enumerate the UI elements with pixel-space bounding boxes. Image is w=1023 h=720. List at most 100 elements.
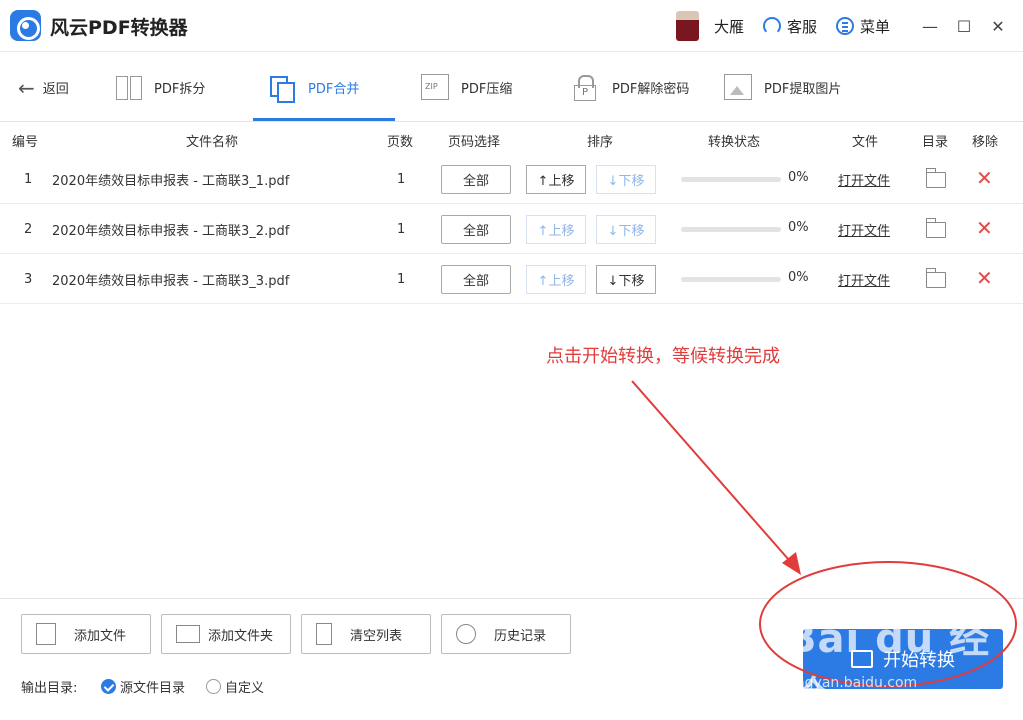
- history-button[interactable]: 历史记录: [441, 614, 571, 654]
- col-file: 文件: [852, 135, 879, 150]
- annotation-arrow: [631, 380, 797, 569]
- add-file-button[interactable]: 添加文件: [21, 614, 151, 654]
- zip-icon: [421, 74, 449, 100]
- row-index: 3: [24, 271, 33, 287]
- table-row: 3 2020年绩效目标申报表 - 工商联3_3.pdf 1 全部 ↑上移 ↓下移…: [0, 254, 1023, 304]
- app-logo-icon: [10, 10, 41, 41]
- tab-pdf-unlock[interactable]: PDF解除密码: [572, 52, 689, 122]
- history-label: 历史记录: [494, 628, 547, 644]
- service-label: 客服: [787, 17, 818, 36]
- table-header: 编号 文件名称 页数 页码选择 排序 转换状态 文件 目录 移除: [0, 123, 1023, 155]
- output-custom-radio[interactable]: 自定义: [206, 677, 264, 696]
- lock-icon: [572, 74, 600, 101]
- page-select-button[interactable]: 全部: [441, 165, 511, 194]
- output-custom-label: 自定义: [225, 681, 265, 696]
- folder-icon[interactable]: [926, 168, 946, 188]
- footer-divider: [0, 598, 1023, 599]
- row-file-name: 2020年绩效目标申报表 - 工商联3_2.pdf: [52, 223, 290, 239]
- split-icon: [114, 74, 142, 100]
- image-icon: [724, 74, 752, 100]
- close-button[interactable]: ✕: [986, 14, 1010, 38]
- col-pages: 页数: [387, 135, 414, 150]
- title-bar: 风云PDF转换器 大雁 客服 菜单 — ☐ ✕: [0, 0, 1023, 52]
- clock-icon: [456, 624, 476, 644]
- move-up-button[interactable]: ↑上移: [526, 215, 586, 244]
- move-up-button[interactable]: ↑上移: [526, 265, 586, 294]
- col-status: 转换状态: [708, 135, 761, 150]
- tab-label: PDF压缩: [461, 81, 513, 97]
- headset-icon: [763, 17, 781, 35]
- page-select-button[interactable]: 全部: [441, 215, 511, 244]
- folder-icon[interactable]: [926, 268, 946, 288]
- progress-bar: [681, 227, 781, 232]
- tab-label: PDF解除密码: [612, 81, 690, 97]
- add-folder-label: 添加文件夹: [208, 628, 274, 644]
- remove-icon[interactable]: ✕: [976, 216, 993, 240]
- open-file-link[interactable]: 打开文件: [838, 170, 890, 189]
- clear-list-label: 清空列表: [350, 628, 403, 644]
- radio-unchecked-icon: [206, 679, 221, 694]
- tab-pdf-merge[interactable]: PDF合并: [268, 52, 359, 122]
- minimize-button[interactable]: —: [918, 14, 942, 38]
- baidu-watermark: Bai du 经验: [786, 616, 991, 720]
- merge-icon: [268, 74, 296, 103]
- col-dir: 目录: [922, 135, 949, 150]
- move-down-button[interactable]: ↓下移: [596, 215, 656, 244]
- col-page-select: 页码选择: [448, 135, 501, 150]
- annotation-text: 点击开始转换，等候转换完成: [546, 346, 780, 367]
- remove-icon[interactable]: ✕: [976, 166, 993, 190]
- menu-icon: [836, 17, 854, 35]
- tab-pdf-extract-images[interactable]: PDF提取图片: [724, 52, 841, 122]
- tab-pdf-compress[interactable]: PDF压缩: [421, 52, 512, 122]
- baidu-watermark-url: jingyan.baidu.com: [788, 675, 918, 691]
- user-name[interactable]: 大雁: [714, 16, 744, 37]
- active-tab-indicator: [253, 118, 395, 121]
- progress-bar: [681, 177, 781, 182]
- open-file-link[interactable]: 打开文件: [838, 270, 890, 289]
- progress-percent: 0%: [788, 220, 809, 235]
- add-file-label: 添加文件: [74, 628, 127, 644]
- row-pages: 1: [397, 171, 406, 187]
- clear-list-button[interactable]: 清空列表: [301, 614, 431, 654]
- row-pages: 1: [397, 271, 406, 287]
- add-folder-button[interactable]: 添加文件夹: [161, 614, 291, 654]
- annotation-arrowhead: [782, 552, 801, 575]
- progress-percent: 0%: [788, 270, 809, 285]
- col-remove: 移除: [972, 135, 999, 150]
- row-pages: 1: [397, 221, 406, 237]
- page-select-button[interactable]: 全部: [441, 265, 511, 294]
- remove-icon[interactable]: ✕: [976, 266, 993, 290]
- row-file-name: 2020年绩效目标申报表 - 工商联3_3.pdf: [52, 273, 290, 289]
- tab-pdf-split[interactable]: PDF拆分: [114, 52, 205, 122]
- tab-label: PDF提取图片: [764, 81, 842, 97]
- move-down-button[interactable]: ↓下移: [596, 165, 656, 194]
- output-source-radio[interactable]: 源文件目录: [101, 677, 185, 696]
- move-up-button[interactable]: ↑上移: [526, 165, 586, 194]
- service-button[interactable]: 客服: [763, 14, 817, 38]
- row-file-name: 2020年绩效目标申报表 - 工商联3_1.pdf: [52, 173, 290, 189]
- menu-button[interactable]: 菜单: [836, 14, 890, 38]
- back-label: 返回: [42, 82, 69, 97]
- add-folder-icon: [176, 625, 200, 643]
- progress-bar: [681, 277, 781, 282]
- output-dir-label: 输出目录:: [21, 681, 78, 696]
- menu-label: 菜单: [860, 17, 891, 36]
- table-row: 2 2020年绩效目标申报表 - 工商联3_2.pdf 1 全部 ↑上移 ↓下移…: [0, 204, 1023, 254]
- move-down-button[interactable]: ↓下移: [596, 265, 656, 294]
- folder-icon[interactable]: [926, 218, 946, 238]
- add-file-icon: [36, 623, 56, 645]
- output-source-label: 源文件目录: [120, 681, 186, 696]
- open-file-link[interactable]: 打开文件: [838, 220, 890, 239]
- progress-percent: 0%: [788, 170, 809, 185]
- feature-toolbar: ← 返回 PDF拆分 PDF合并 PDF压缩 PDF解除密码 PDF提取图片: [0, 52, 1023, 122]
- user-avatar[interactable]: [676, 11, 699, 41]
- radio-checked-icon: [101, 679, 116, 694]
- row-index: 1: [24, 171, 33, 187]
- tab-label: PDF合并: [308, 81, 360, 97]
- maximize-button[interactable]: ☐: [952, 14, 976, 38]
- trash-icon: [316, 623, 332, 645]
- row-index: 2: [24, 221, 33, 237]
- col-name: 文件名称: [186, 135, 239, 150]
- back-button[interactable]: ← 返回: [18, 78, 69, 98]
- tab-label: PDF拆分: [154, 81, 206, 97]
